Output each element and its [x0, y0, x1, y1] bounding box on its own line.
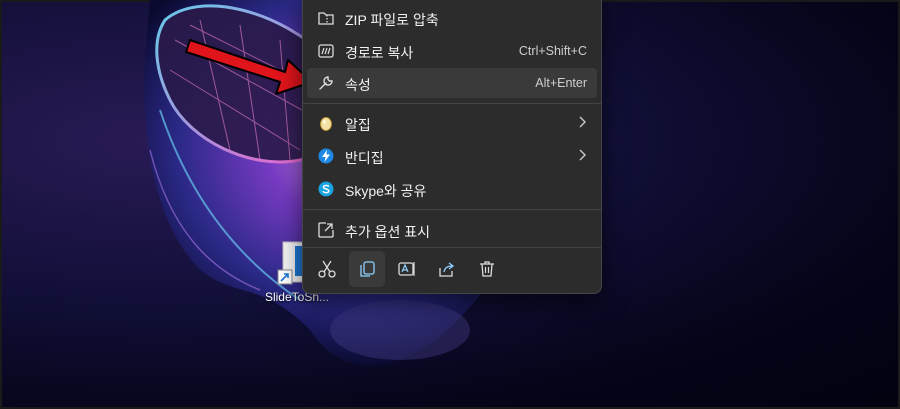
copy-button[interactable] [349, 251, 385, 287]
menu-separator [303, 247, 601, 248]
menu-item-skype-share[interactable]: Skype와 공유 [307, 174, 597, 204]
delete-icon [480, 261, 494, 277]
skype-icon [318, 181, 334, 197]
cut-icon [318, 260, 336, 278]
delete-button[interactable] [469, 251, 505, 287]
more-options-icon [318, 222, 334, 238]
copy-path-icon [318, 44, 334, 58]
menu-item-label: ZIP 파일로 압축 [345, 12, 439, 28]
menu-item-more-options[interactable]: 추가 옵션 표시 [307, 215, 597, 245]
menu-item-zip[interactable]: ZIP 파일로 압축 [307, 3, 597, 33]
menu-item-copy-path[interactable]: 경로로 복사 Ctrl+Shift+C [307, 36, 597, 66]
chevron-right-icon [579, 116, 586, 128]
menu-item-bandizip[interactable]: 반디집 [307, 141, 597, 171]
bandizip-icon [318, 148, 334, 164]
copy-icon [360, 261, 375, 277]
menu-item-label: 반디집 [345, 150, 384, 166]
menu-item-label: 알집 [345, 117, 371, 133]
desktop: SlideToSh... ZIP 파일로 압축 경로로 복사 Ctrl+Shif… [0, 0, 900, 409]
menu-separator [303, 103, 601, 104]
share-button[interactable] [429, 251, 465, 287]
context-menu: ZIP 파일로 압축 경로로 복사 Ctrl+Shift+C 속성 Alt+En… [302, 0, 602, 294]
menu-item-label: 경로로 복사 [345, 45, 414, 61]
menu-item-shortcut: Alt+Enter [535, 76, 587, 90]
rename-button[interactable] [389, 251, 425, 287]
chevron-right-icon [579, 149, 586, 161]
alzip-icon [320, 117, 332, 131]
wrench-icon [319, 76, 333, 90]
cut-button[interactable] [309, 251, 345, 287]
rename-icon [398, 262, 415, 276]
menu-item-label: Skype와 공유 [345, 183, 427, 199]
menu-separator [303, 209, 601, 210]
menu-item-label: 속성 [345, 77, 371, 93]
menu-item-shortcut: Ctrl+Shift+C [518, 44, 587, 58]
menu-item-label: 추가 옵션 표시 [345, 224, 431, 240]
zip-icon [318, 12, 334, 25]
menu-item-alzip[interactable]: 알집 [307, 108, 597, 138]
share-icon [439, 262, 455, 277]
menu-item-properties[interactable]: 속성 Alt+Enter [307, 68, 597, 98]
